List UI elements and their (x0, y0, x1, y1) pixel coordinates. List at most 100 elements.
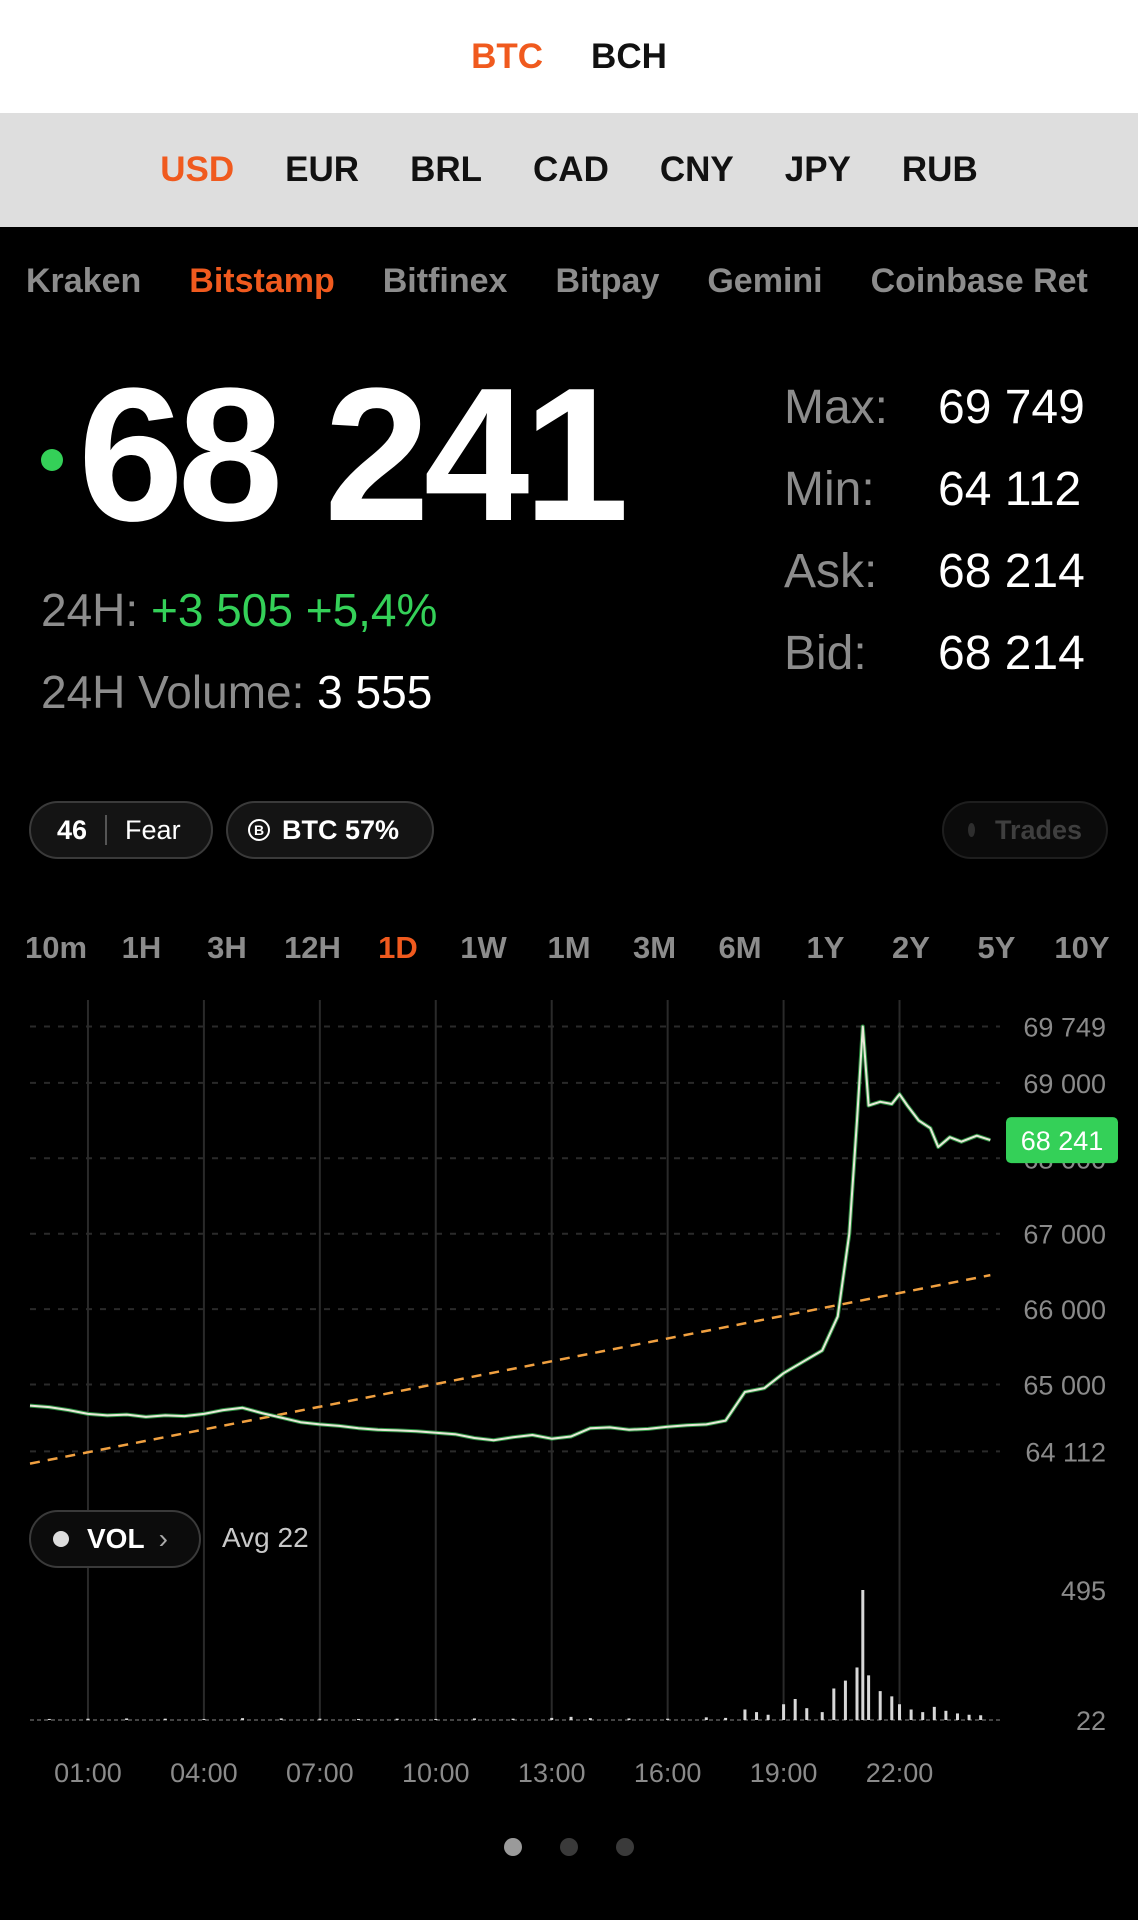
tab-range-10m[interactable]: 10m (14, 930, 98, 976)
currency-selector: USD EUR BRL CAD CNY JPY RUB (0, 113, 1138, 227)
volume-bar (861, 1590, 865, 1720)
live-status-indicator (41, 449, 63, 471)
volume-bar (666, 1718, 670, 1720)
tab-range-10y[interactable]: 10Y (1040, 930, 1124, 976)
volume-bar (793, 1698, 797, 1720)
tab-range-1h[interactable]: 1H (100, 930, 184, 976)
tab-currency-rub[interactable]: RUB (902, 150, 978, 190)
volume-bar (805, 1708, 809, 1720)
volume-bar (898, 1704, 902, 1720)
volume-bar (434, 1718, 438, 1720)
price-chart[interactable]: 01:00 04:00 07:00 10:00 13:00 16:00 19:00 22:00… (0, 1000, 1138, 1800)
stat-label: Bid: (784, 627, 867, 680)
volume-bar (550, 1717, 554, 1720)
volume-bar (909, 1709, 913, 1720)
stat-value: 68 214 (938, 545, 1085, 598)
chevron-right-icon: › (158, 1523, 168, 1554)
page-dot-2[interactable] (560, 1838, 578, 1856)
change-24h: 24H: +3 505 +5,4% (41, 582, 437, 638)
volume-bar (356, 1718, 360, 1720)
tab-range-12h[interactable]: 12H (271, 930, 355, 976)
volume-bar (855, 1667, 859, 1720)
stat-label: Ask: (784, 545, 878, 598)
tab-currency-eur[interactable]: EUR (285, 150, 359, 190)
tab-coin-btc[interactable]: BTC (471, 37, 543, 77)
volume-bar (755, 1712, 759, 1720)
y-tick-label: 67 000 (1023, 1220, 1106, 1250)
x-tick-label: 01:00 (54, 1758, 122, 1788)
tab-range-1m[interactable]: 1M (527, 930, 611, 976)
trades-status-icon (968, 823, 975, 837)
tab-range-1y[interactable]: 1Y (784, 930, 868, 976)
change-label: 24H: (41, 584, 139, 636)
fear-greed-badge[interactable]: 46 Fear (29, 801, 213, 859)
volume-bar (569, 1716, 573, 1720)
page-indicator (0, 1838, 1138, 1856)
volume-bar (279, 1718, 283, 1720)
volume-tick-label: 495 (1061, 1576, 1106, 1606)
x-tick-label: 04:00 (170, 1758, 238, 1788)
volume-average: Avg 22 (222, 1522, 309, 1553)
volume-bar (890, 1696, 894, 1720)
trades-toggle[interactable]: Trades (942, 801, 1108, 859)
tab-range-3m[interactable]: 3M (613, 930, 697, 976)
volume-bar (832, 1688, 836, 1720)
tab-exchange-bitstamp[interactable]: Bitstamp (189, 262, 334, 301)
volume-bar (125, 1718, 129, 1720)
exchange-selector: Kraken Bitstamp Bitfinex Bitpay Gemini Coinba… (26, 262, 1138, 312)
tab-currency-brl[interactable]: BRL (410, 150, 482, 190)
volume-bar (47, 1718, 51, 1720)
x-tick-label: 13:00 (518, 1758, 586, 1788)
btc-dominance-badge[interactable]: B BTC 57% (226, 801, 434, 859)
volume-dot-icon (53, 1531, 69, 1547)
tab-exchange-coinbase-ret[interactable]: Coinbase Ret (871, 262, 1088, 301)
coin-selector: BTC BCH (0, 0, 1138, 113)
time-range-selector: 10m 1H 3H 12H 1D 1W 1M 3M 6M 1Y 2Y 5Y 10Y (14, 930, 1124, 976)
volume-bar (241, 1718, 245, 1720)
trades-label: Trades (994, 814, 1082, 845)
tab-exchange-kraken[interactable]: Kraken (26, 262, 141, 301)
volume-bar (472, 1718, 476, 1720)
volume-bar (843, 1680, 847, 1720)
stat-value: 64 112 (938, 463, 1082, 516)
stat-label: Min: (784, 463, 875, 516)
y-tick-label: 64 112 (1025, 1437, 1106, 1467)
fear-greed-label: Fear (125, 814, 181, 845)
tab-currency-jpy[interactable]: JPY (785, 150, 851, 190)
tab-range-1d[interactable]: 1D (356, 930, 440, 976)
y-tick-label: 65 000 (1023, 1370, 1106, 1400)
tab-range-5y[interactable]: 5Y (955, 930, 1039, 976)
volume-bar (955, 1713, 959, 1720)
tab-exchange-gemini[interactable]: Gemini (707, 262, 822, 301)
tab-range-1w[interactable]: 1W (442, 930, 526, 976)
current-price: 68 241 (78, 349, 629, 561)
y-tick-label: 69 000 (1023, 1069, 1106, 1099)
tab-range-3h[interactable]: 3H (185, 930, 269, 976)
page-dot-3[interactable] (616, 1838, 634, 1856)
y-tick-label: 69 749 (1023, 1012, 1106, 1042)
volume-bar (588, 1718, 592, 1720)
tab-exchange-bitfinex[interactable]: Bitfinex (383, 262, 508, 301)
volume-bar (967, 1714, 971, 1720)
x-tick-label: 07:00 (286, 1758, 354, 1788)
tab-range-6m[interactable]: 6M (698, 930, 782, 976)
volume-bar (627, 1718, 631, 1720)
tab-currency-cad[interactable]: CAD (533, 150, 609, 190)
volume-bar (86, 1718, 90, 1720)
volume-toggle[interactable]: VOL › (29, 1510, 201, 1568)
tab-currency-cny[interactable]: CNY (660, 150, 734, 190)
divider (105, 815, 108, 845)
page-dot-1[interactable] (504, 1838, 522, 1856)
x-tick-label: 10:00 (402, 1758, 470, 1788)
x-tick-label: 19:00 (750, 1758, 818, 1788)
tab-range-2y[interactable]: 2Y (869, 930, 953, 976)
volume-bar (202, 1718, 206, 1720)
tab-currency-usd[interactable]: USD (160, 150, 234, 190)
tab-coin-bch[interactable]: BCH (591, 37, 667, 77)
volume-bar (944, 1710, 948, 1720)
volume-bar (318, 1718, 322, 1720)
volume-label: 24H Volume: (41, 666, 305, 718)
tab-exchange-bitpay[interactable]: Bitpay (555, 262, 659, 301)
volume-bar (878, 1691, 882, 1720)
volume-bar (163, 1718, 167, 1720)
